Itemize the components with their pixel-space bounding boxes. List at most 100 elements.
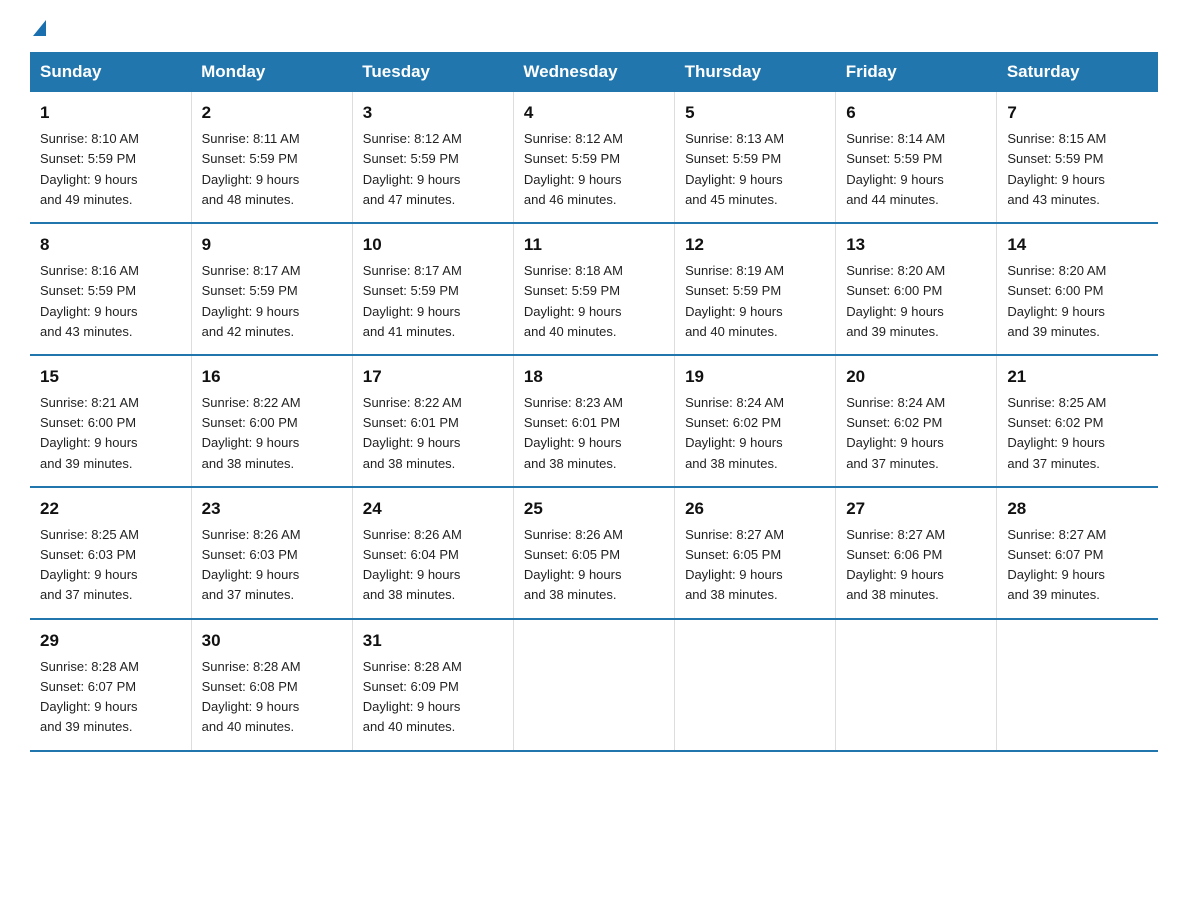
calendar-cell: 15 Sunrise: 8:21 AMSunset: 6:00 PMDaylig… <box>30 355 191 487</box>
day-number: 25 <box>524 496 664 522</box>
day-info: Sunrise: 8:17 AMSunset: 5:59 PMDaylight:… <box>363 261 503 342</box>
calendar-cell: 25 Sunrise: 8:26 AMSunset: 6:05 PMDaylig… <box>513 487 674 619</box>
day-info: Sunrise: 8:18 AMSunset: 5:59 PMDaylight:… <box>524 261 664 342</box>
calendar-week-row: 8 Sunrise: 8:16 AMSunset: 5:59 PMDayligh… <box>30 223 1158 355</box>
calendar-header-row: SundayMondayTuesdayWednesdayThursdayFrid… <box>30 52 1158 92</box>
calendar-cell: 21 Sunrise: 8:25 AMSunset: 6:02 PMDaylig… <box>997 355 1158 487</box>
day-number: 9 <box>202 232 342 258</box>
calendar-cell: 24 Sunrise: 8:26 AMSunset: 6:04 PMDaylig… <box>352 487 513 619</box>
day-number: 13 <box>846 232 986 258</box>
calendar-week-row: 15 Sunrise: 8:21 AMSunset: 6:00 PMDaylig… <box>30 355 1158 487</box>
calendar-week-row: 1 Sunrise: 8:10 AMSunset: 5:59 PMDayligh… <box>30 92 1158 223</box>
calendar-week-row: 22 Sunrise: 8:25 AMSunset: 6:03 PMDaylig… <box>30 487 1158 619</box>
day-info: Sunrise: 8:25 AMSunset: 6:03 PMDaylight:… <box>40 525 181 606</box>
day-info: Sunrise: 8:24 AMSunset: 6:02 PMDaylight:… <box>685 393 825 474</box>
day-number: 19 <box>685 364 825 390</box>
calendar-cell: 29 Sunrise: 8:28 AMSunset: 6:07 PMDaylig… <box>30 619 191 751</box>
calendar-cell: 13 Sunrise: 8:20 AMSunset: 6:00 PMDaylig… <box>836 223 997 355</box>
day-info: Sunrise: 8:26 AMSunset: 6:03 PMDaylight:… <box>202 525 342 606</box>
day-number: 30 <box>202 628 342 654</box>
day-info: Sunrise: 8:11 AMSunset: 5:59 PMDaylight:… <box>202 129 342 210</box>
day-info: Sunrise: 8:10 AMSunset: 5:59 PMDaylight:… <box>40 129 181 210</box>
calendar-cell: 18 Sunrise: 8:23 AMSunset: 6:01 PMDaylig… <box>513 355 674 487</box>
col-header-friday: Friday <box>836 52 997 92</box>
day-number: 6 <box>846 100 986 126</box>
calendar-cell: 7 Sunrise: 8:15 AMSunset: 5:59 PMDayligh… <box>997 92 1158 223</box>
day-info: Sunrise: 8:27 AMSunset: 6:05 PMDaylight:… <box>685 525 825 606</box>
day-info: Sunrise: 8:28 AMSunset: 6:09 PMDaylight:… <box>363 657 503 738</box>
calendar-cell: 19 Sunrise: 8:24 AMSunset: 6:02 PMDaylig… <box>675 355 836 487</box>
day-number: 17 <box>363 364 503 390</box>
day-info: Sunrise: 8:21 AMSunset: 6:00 PMDaylight:… <box>40 393 181 474</box>
day-info: Sunrise: 8:28 AMSunset: 6:07 PMDaylight:… <box>40 657 181 738</box>
calendar-cell: 22 Sunrise: 8:25 AMSunset: 6:03 PMDaylig… <box>30 487 191 619</box>
calendar-table: SundayMondayTuesdayWednesdayThursdayFrid… <box>30 52 1158 752</box>
day-info: Sunrise: 8:17 AMSunset: 5:59 PMDaylight:… <box>202 261 342 342</box>
calendar-cell <box>513 619 674 751</box>
calendar-cell: 30 Sunrise: 8:28 AMSunset: 6:08 PMDaylig… <box>191 619 352 751</box>
day-number: 22 <box>40 496 181 522</box>
calendar-cell: 14 Sunrise: 8:20 AMSunset: 6:00 PMDaylig… <box>997 223 1158 355</box>
day-number: 8 <box>40 232 181 258</box>
col-header-monday: Monday <box>191 52 352 92</box>
day-number: 26 <box>685 496 825 522</box>
calendar-cell: 20 Sunrise: 8:24 AMSunset: 6:02 PMDaylig… <box>836 355 997 487</box>
day-number: 29 <box>40 628 181 654</box>
day-number: 7 <box>1007 100 1148 126</box>
col-header-thursday: Thursday <box>675 52 836 92</box>
day-number: 5 <box>685 100 825 126</box>
col-header-sunday: Sunday <box>30 52 191 92</box>
day-info: Sunrise: 8:25 AMSunset: 6:02 PMDaylight:… <box>1007 393 1148 474</box>
calendar-cell: 9 Sunrise: 8:17 AMSunset: 5:59 PMDayligh… <box>191 223 352 355</box>
calendar-week-row: 29 Sunrise: 8:28 AMSunset: 6:07 PMDaylig… <box>30 619 1158 751</box>
calendar-cell: 8 Sunrise: 8:16 AMSunset: 5:59 PMDayligh… <box>30 223 191 355</box>
calendar-cell <box>997 619 1158 751</box>
day-number: 23 <box>202 496 342 522</box>
day-info: Sunrise: 8:27 AMSunset: 6:06 PMDaylight:… <box>846 525 986 606</box>
day-number: 24 <box>363 496 503 522</box>
day-info: Sunrise: 8:20 AMSunset: 6:00 PMDaylight:… <box>846 261 986 342</box>
day-info: Sunrise: 8:24 AMSunset: 6:02 PMDaylight:… <box>846 393 986 474</box>
day-number: 1 <box>40 100 181 126</box>
day-info: Sunrise: 8:22 AMSunset: 6:00 PMDaylight:… <box>202 393 342 474</box>
logo-triangle-icon <box>33 20 46 36</box>
day-info: Sunrise: 8:26 AMSunset: 6:05 PMDaylight:… <box>524 525 664 606</box>
day-number: 3 <box>363 100 503 126</box>
col-header-saturday: Saturday <box>997 52 1158 92</box>
day-info: Sunrise: 8:20 AMSunset: 6:00 PMDaylight:… <box>1007 261 1148 342</box>
day-info: Sunrise: 8:12 AMSunset: 5:59 PMDaylight:… <box>524 129 664 210</box>
calendar-cell: 31 Sunrise: 8:28 AMSunset: 6:09 PMDaylig… <box>352 619 513 751</box>
day-info: Sunrise: 8:27 AMSunset: 6:07 PMDaylight:… <box>1007 525 1148 606</box>
calendar-cell <box>675 619 836 751</box>
day-number: 20 <box>846 364 986 390</box>
day-info: Sunrise: 8:12 AMSunset: 5:59 PMDaylight:… <box>363 129 503 210</box>
day-number: 4 <box>524 100 664 126</box>
day-number: 12 <box>685 232 825 258</box>
calendar-cell: 4 Sunrise: 8:12 AMSunset: 5:59 PMDayligh… <box>513 92 674 223</box>
calendar-cell: 17 Sunrise: 8:22 AMSunset: 6:01 PMDaylig… <box>352 355 513 487</box>
day-number: 15 <box>40 364 181 390</box>
page-header <box>30 20 1158 34</box>
day-info: Sunrise: 8:22 AMSunset: 6:01 PMDaylight:… <box>363 393 503 474</box>
calendar-cell: 26 Sunrise: 8:27 AMSunset: 6:05 PMDaylig… <box>675 487 836 619</box>
day-info: Sunrise: 8:23 AMSunset: 6:01 PMDaylight:… <box>524 393 664 474</box>
calendar-cell: 2 Sunrise: 8:11 AMSunset: 5:59 PMDayligh… <box>191 92 352 223</box>
calendar-cell: 6 Sunrise: 8:14 AMSunset: 5:59 PMDayligh… <box>836 92 997 223</box>
calendar-cell: 27 Sunrise: 8:27 AMSunset: 6:06 PMDaylig… <box>836 487 997 619</box>
day-info: Sunrise: 8:14 AMSunset: 5:59 PMDaylight:… <box>846 129 986 210</box>
calendar-cell: 1 Sunrise: 8:10 AMSunset: 5:59 PMDayligh… <box>30 92 191 223</box>
col-header-tuesday: Tuesday <box>352 52 513 92</box>
calendar-cell: 10 Sunrise: 8:17 AMSunset: 5:59 PMDaylig… <box>352 223 513 355</box>
day-info: Sunrise: 8:15 AMSunset: 5:59 PMDaylight:… <box>1007 129 1148 210</box>
day-number: 27 <box>846 496 986 522</box>
calendar-cell: 28 Sunrise: 8:27 AMSunset: 6:07 PMDaylig… <box>997 487 1158 619</box>
calendar-cell: 12 Sunrise: 8:19 AMSunset: 5:59 PMDaylig… <box>675 223 836 355</box>
calendar-cell: 16 Sunrise: 8:22 AMSunset: 6:00 PMDaylig… <box>191 355 352 487</box>
col-header-wednesday: Wednesday <box>513 52 674 92</box>
day-info: Sunrise: 8:26 AMSunset: 6:04 PMDaylight:… <box>363 525 503 606</box>
day-number: 21 <box>1007 364 1148 390</box>
day-number: 2 <box>202 100 342 126</box>
day-number: 31 <box>363 628 503 654</box>
day-number: 10 <box>363 232 503 258</box>
day-number: 16 <box>202 364 342 390</box>
